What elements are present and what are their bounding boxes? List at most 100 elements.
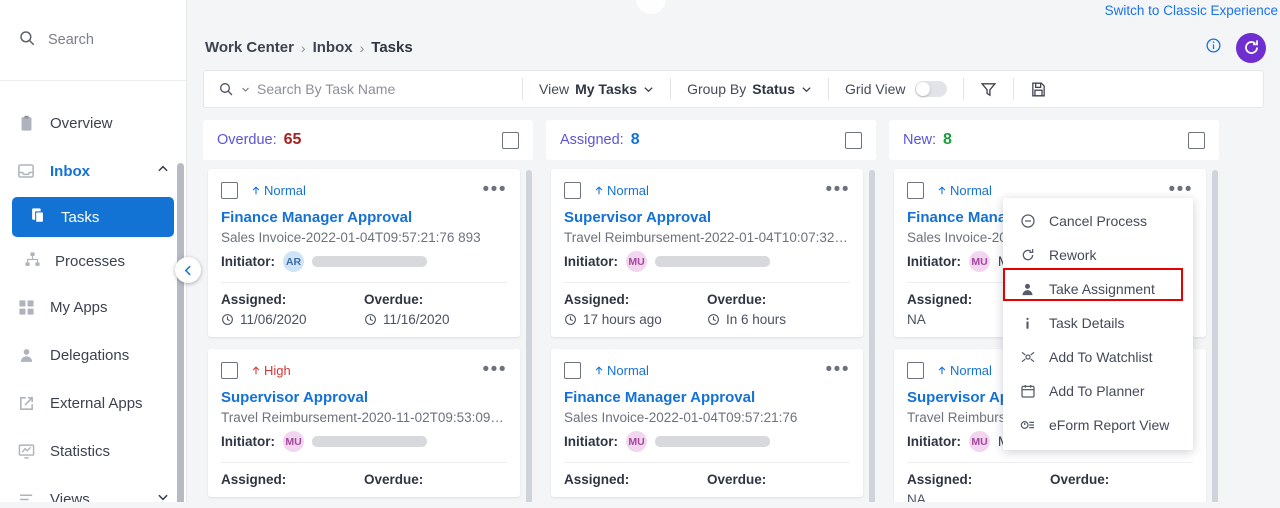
menu-item-add-to-planner[interactable]: Add To Planner — [1003, 374, 1193, 408]
menu-item-rework[interactable]: Rework — [1003, 238, 1193, 272]
sidebar-item-label: External Apps — [50, 394, 143, 412]
sidebar-collapse-button[interactable] — [175, 257, 201, 283]
breadcrumb-tasks[interactable]: Tasks — [371, 39, 412, 56]
task-card[interactable]: High ••• Supervisor Approval Travel Reim… — [208, 349, 520, 497]
overdue-field: Overdue: 11/16/2020 — [364, 292, 507, 327]
breadcrumb-inbox[interactable]: Inbox — [313, 39, 353, 56]
task-title[interactable]: Supervisor Approval — [564, 209, 850, 226]
arrow-up-icon — [252, 365, 260, 374]
card-header: Normal ••• — [564, 360, 850, 380]
assigned-label: Assigned: — [221, 292, 287, 307]
sidebar-scrollbar[interactable] — [177, 163, 184, 508]
sidebar-item-statistics[interactable]: Statistics — [0, 427, 186, 475]
breadcrumb-work-center[interactable]: Work Center — [205, 39, 294, 56]
task-checkbox[interactable] — [221, 181, 238, 199]
task-checkbox[interactable] — [564, 181, 581, 199]
save-button[interactable] — [1014, 81, 1063, 98]
assigned-field: Assigned: — [221, 472, 364, 487]
card-menu-button[interactable]: ••• — [483, 360, 507, 379]
avatar: MU — [626, 251, 647, 272]
inbox-icon — [16, 161, 36, 181]
initiator-label: Initiator: — [907, 434, 961, 449]
column-select-all-checkbox[interactable] — [1188, 131, 1205, 149]
column-scrollbar[interactable] — [1212, 170, 1218, 504]
chevron-down-icon — [644, 86, 653, 92]
toggle-knob — [916, 82, 931, 96]
menu-item-task-details[interactable]: Task Details — [1003, 306, 1193, 340]
task-card[interactable]: Normal ••• Supervisor Approval Travel Re… — [551, 169, 863, 337]
card-menu-button[interactable]: ••• — [826, 360, 850, 379]
sidebar-item-delegations[interactable]: Delegations — [0, 331, 186, 379]
filter-button[interactable] — [964, 81, 1013, 98]
menu-item-label: Take Assignment — [1049, 281, 1155, 297]
grid-view-toggle[interactable]: Grid View — [829, 81, 963, 97]
menu-item-cancel-process[interactable]: Cancel Process — [1003, 204, 1193, 238]
menu-item-take-assignment[interactable]: Take Assignment — [1003, 272, 1193, 306]
toggle-switch[interactable] — [915, 81, 948, 97]
menu-item-eform-report-view[interactable]: eForm Report View — [1003, 408, 1193, 442]
priority-label: Normal — [607, 182, 649, 198]
view-selector[interactable]: View My Tasks — [523, 81, 670, 97]
task-title[interactable]: Finance Manager Approval — [221, 209, 507, 226]
search-input[interactable]: Search By Task Name — [204, 81, 522, 97]
task-checkbox[interactable] — [221, 361, 238, 379]
sidebar-item-my-apps[interactable]: My Apps — [0, 283, 186, 331]
sidebar-item-processes[interactable]: Processes — [0, 239, 186, 283]
overdue-label: Overdue: — [707, 292, 767, 307]
chevron-down-icon — [802, 86, 811, 92]
sidebar-nav: Overview Inbox Tasks Processes My Apps D… — [0, 81, 186, 508]
task-card[interactable]: Normal ••• Finance Manager Approval Sale… — [551, 349, 863, 497]
overdue-label: Overdue: — [1050, 472, 1110, 487]
task-checkbox[interactable] — [907, 361, 924, 379]
card-menu-button[interactable]: ••• — [826, 180, 850, 199]
card-menu-button[interactable]: ••• — [483, 180, 507, 199]
sidebar-item-overview[interactable]: Overview — [0, 99, 186, 147]
breadcrumb-separator: › — [359, 39, 365, 56]
switch-to-classic-link[interactable]: Switch to Classic Experience — [1105, 3, 1278, 18]
task-card[interactable]: Normal ••• Finance Manager Approval Sale… — [208, 169, 520, 337]
initiator-name-redacted — [312, 256, 427, 267]
column-title: New: — [903, 132, 937, 148]
sidebar-item-label: Inbox — [50, 162, 90, 180]
initiator-label: Initiator: — [564, 434, 618, 449]
avatar: MU — [283, 431, 304, 452]
chevron-up-icon[interactable] — [156, 162, 170, 180]
tasks-icon — [30, 207, 47, 228]
menu-item-label: Add To Watchlist — [1049, 349, 1153, 365]
task-title[interactable]: Supervisor Approval — [221, 389, 507, 406]
column-select-all-checkbox[interactable] — [502, 131, 519, 149]
initiator-label: Initiator: — [907, 254, 961, 269]
column-scrollbar[interactable] — [869, 170, 875, 504]
sidebar-item-inbox[interactable]: Inbox — [0, 147, 186, 195]
card-header: Normal ••• — [564, 180, 850, 200]
avatar: MU — [969, 251, 990, 272]
minus-circle-icon — [1019, 213, 1036, 229]
initiator-row: Initiator: AR — [221, 251, 507, 272]
task-checkbox[interactable] — [907, 181, 924, 199]
sidebar-item-external-apps[interactable]: External Apps — [0, 379, 186, 427]
initiator-name-redacted — [312, 436, 427, 447]
card-menu-button[interactable]: ••• — [1169, 180, 1193, 199]
task-title[interactable]: Finance Manager Approval — [564, 389, 850, 406]
task-checkbox[interactable] — [564, 361, 581, 379]
divider — [907, 462, 1193, 463]
sidebar-search[interactable]: Search — [0, 0, 186, 81]
overdue-label: Overdue: — [364, 292, 424, 307]
assigned-field: Assigned: — [564, 472, 707, 487]
assigned-value: 11/06/2020 — [240, 312, 307, 327]
clock-icon — [365, 314, 376, 325]
initiator-label: Initiator: — [221, 254, 275, 269]
menu-item-add-to-watchlist[interactable]: Add To Watchlist — [1003, 340, 1193, 374]
task-subtitle: Travel Reimbursement-2020-11-02T09:53:09… — [221, 410, 507, 425]
info-icon[interactable] — [1205, 37, 1222, 59]
column-select-all-checkbox[interactable] — [845, 131, 862, 149]
overdue-field: Overdue: In 6 hours — [707, 292, 850, 327]
sidebar-item-tasks[interactable]: Tasks — [12, 197, 174, 237]
column-scrollbar[interactable] — [526, 170, 532, 504]
task-subtitle: Sales Invoice-2022-01-04T09:57:21:76 — [564, 410, 798, 425]
column-body: Normal ••• Finance Manager Approval Sale… — [203, 160, 533, 508]
column-header: Assigned: 8 — [546, 120, 876, 160]
search-icon — [18, 29, 36, 52]
group-by-selector[interactable]: Group By Status — [671, 81, 828, 97]
refresh-button[interactable] — [1236, 32, 1266, 63]
